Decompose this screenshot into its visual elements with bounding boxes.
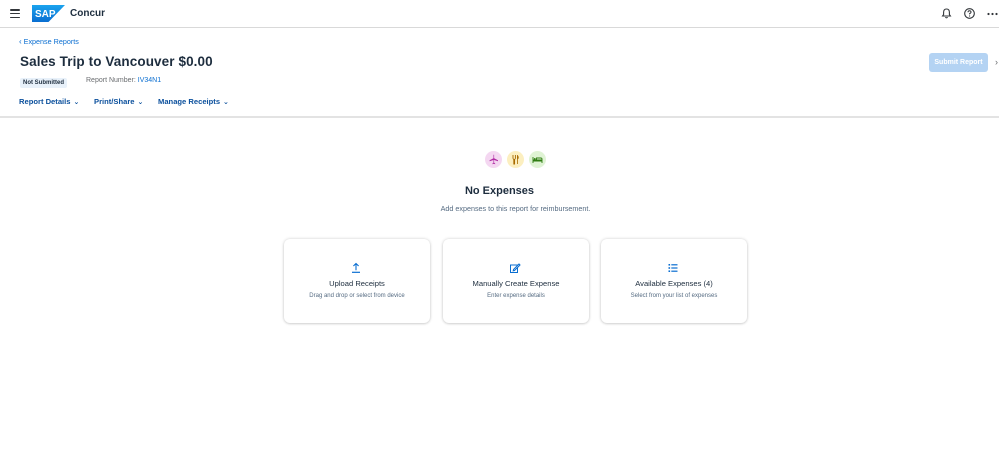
card-subtitle: Drag and drop or select from device (309, 293, 405, 299)
upload-receipts-card[interactable]: Upload Receipts Drag and drop or select … (284, 239, 430, 323)
page-title: Sales Trip to Vancouver $0.00 (20, 54, 213, 69)
header-divider (0, 116, 999, 118)
tab-label: Print/Share (94, 97, 135, 106)
chevron-left-icon: ‹ (19, 37, 22, 46)
list-icon (667, 261, 679, 273)
airplane-icon (485, 151, 502, 168)
top-bar: SAP Concur (0, 0, 999, 28)
breadcrumb-label: Expense Reports (23, 37, 79, 46)
report-number: Report Number: IV34N1 (86, 77, 161, 84)
bell-icon[interactable] (940, 7, 954, 21)
help-icon[interactable] (963, 7, 977, 21)
tab-manage-receipts[interactable]: Manage Receipts ⌄ (158, 97, 229, 106)
chevron-down-icon: ⌄ (223, 99, 229, 106)
status-badge: Not Submitted (20, 78, 67, 88)
restaurant-icon (507, 151, 524, 168)
empty-state-subtitle: Add expenses to this report for reimburs… (440, 204, 591, 213)
tab-label: Report Details (19, 97, 71, 106)
tab-label: Manage Receipts (158, 97, 221, 106)
tab-print-share[interactable]: Print/Share ⌄ (94, 97, 143, 106)
manually-create-expense-card[interactable]: Manually Create Expense Enter expense de… (443, 239, 589, 323)
side-panel-toggle-icon[interactable]: › (995, 57, 998, 67)
report-number-value: IV34N1 (137, 77, 162, 84)
tab-report-details[interactable]: Report Details ⌄ (19, 97, 79, 106)
chevron-down-icon: ⌄ (137, 99, 144, 106)
card-subtitle: Select from your list of expenses (630, 293, 718, 299)
breadcrumb-expense-reports[interactable]: ‹ Expense Reports (19, 37, 79, 46)
chevron-down-icon: ⌄ (73, 99, 80, 106)
edit-icon (509, 261, 521, 273)
menu-icon[interactable] (10, 9, 20, 19)
more-icon[interactable] (986, 7, 999, 21)
card-subtitle: Enter expense details (487, 293, 545, 299)
svg-text:SAP: SAP (35, 9, 56, 20)
card-title: Available Expenses (4) (635, 279, 713, 288)
card-title: Manually Create Expense (472, 279, 560, 288)
sap-logo[interactable]: SAP (32, 5, 65, 22)
card-title: Upload Receipts (329, 279, 385, 288)
bed-icon (529, 151, 546, 168)
product-name: Concur (70, 8, 105, 19)
report-number-label: Report Number: (86, 77, 136, 84)
upload-icon (350, 261, 362, 273)
submit-report-button[interactable]: Submit Report (929, 53, 988, 72)
empty-state-title: No Expenses (464, 185, 535, 197)
available-expenses-card[interactable]: Available Expenses (4) Select from your … (601, 239, 747, 323)
